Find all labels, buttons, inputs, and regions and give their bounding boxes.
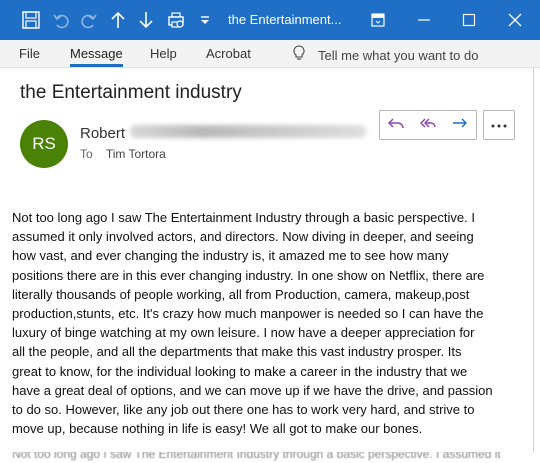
tab-file[interactable]: File — [19, 46, 40, 61]
tell-me-search[interactable]: Tell me what you want to do — [292, 45, 478, 66]
minimize-icon[interactable] — [412, 8, 436, 32]
forward-button[interactable] — [444, 111, 476, 139]
body-line: literally thousands of people working, a… — [12, 286, 470, 302]
maximize-icon[interactable] — [457, 8, 481, 32]
window-edge — [533, 68, 534, 463]
down-arrow-icon[interactable] — [135, 9, 157, 31]
redacted-sender-address — [130, 125, 366, 138]
customize-dropdown-icon[interactable] — [194, 9, 216, 31]
body-line: great to know, for the individual lookin… — [12, 363, 468, 379]
lightbulb-icon — [292, 45, 306, 66]
message-body: Not too long ago I saw The Entertainment… — [12, 208, 512, 438]
body-line: luxury of binge watching at my own leisu… — [12, 325, 475, 341]
redo-icon[interactable] — [78, 9, 100, 31]
body-line: to do so. However, like any job out ther… — [12, 402, 475, 418]
reply-icon — [387, 115, 405, 136]
avatar-initials: RS — [32, 134, 56, 153]
close-icon[interactable] — [503, 8, 527, 32]
title-bar: the Entertainment... — [0, 0, 540, 40]
to-label: To — [80, 147, 93, 161]
body-line: positions there are in this ever changin… — [12, 267, 485, 283]
tell-me-text: Tell me what you want to do — [318, 48, 479, 63]
undo-icon[interactable] — [50, 9, 72, 31]
ribbon-display-icon[interactable] — [366, 8, 390, 32]
window-title: the Entertainment... — [228, 12, 342, 27]
reply-button[interactable] — [380, 111, 412, 139]
tab-help[interactable]: Help — [150, 46, 177, 61]
body-line: Not too long ago I saw The Entertainment… — [12, 210, 475, 225]
body-line: how vast, and ever changing the industry… — [12, 248, 449, 264]
sender-name[interactable]: Robert — [80, 125, 125, 142]
more-options-button[interactable] — [483, 110, 515, 140]
up-arrow-icon[interactable] — [107, 9, 129, 31]
body-line: have a great deal of options, and we can… — [12, 382, 493, 398]
reply-all-button[interactable] — [412, 111, 444, 139]
body-line: move up, because nothing in life is easy… — [12, 421, 423, 437]
cutoff-text: Not too long ago I saw The Entertainment… — [12, 452, 501, 461]
more-options-icon — [490, 116, 508, 134]
body-line: all the people, and all the departments … — [12, 344, 462, 360]
response-actions — [379, 110, 477, 140]
save-icon[interactable] — [20, 9, 42, 31]
recipients-row: To Tim Tortora — [80, 147, 166, 161]
body-line: assumed it only involved actors, and dir… — [12, 229, 474, 245]
message-subject: the Entertainment industry — [20, 82, 242, 103]
reply-all-icon — [419, 115, 437, 136]
tab-acrobat[interactable]: Acrobat — [206, 46, 251, 61]
print-icon[interactable] — [165, 9, 187, 31]
avatar[interactable]: RS — [20, 120, 68, 168]
tab-message[interactable]: Message — [70, 46, 123, 67]
body-line: production,stunts, etc. It's crazy how m… — [12, 306, 484, 322]
forward-icon — [451, 115, 469, 136]
recipient-name[interactable]: Tim Tortora — [106, 147, 166, 161]
ribbon-tabs: File Message Help Acrobat Tell me what y… — [0, 40, 540, 68]
cutoff-text-area: Not too long ago I saw The Entertainment… — [0, 452, 540, 463]
